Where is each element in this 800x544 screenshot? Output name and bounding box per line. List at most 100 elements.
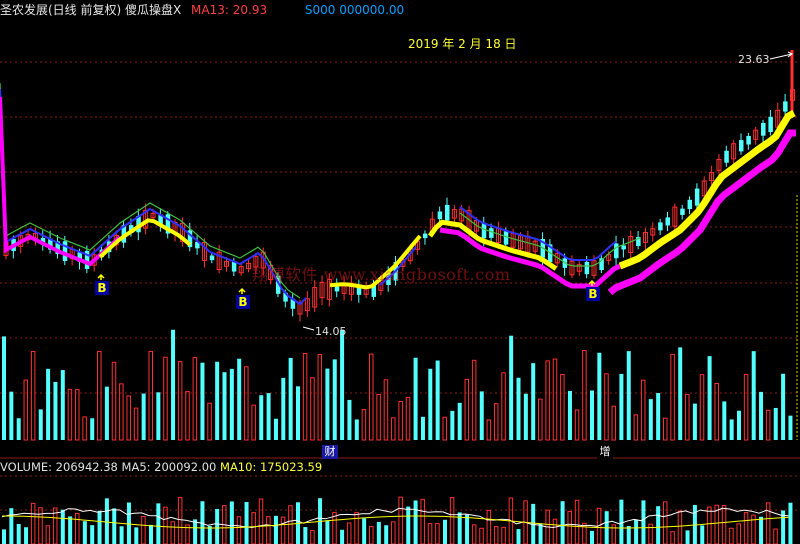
volume-bar	[633, 414, 639, 441]
volume-bar	[310, 377, 315, 441]
volume-bar-lower	[634, 519, 639, 544]
volume-bar-lower	[38, 507, 43, 544]
volume-bar-lower	[170, 521, 176, 544]
volume-bar	[420, 416, 425, 440]
volume-bar-lower	[24, 527, 29, 544]
volume-bar	[391, 417, 396, 441]
volume-bar	[266, 393, 271, 440]
volume-bar-lower	[177, 497, 183, 544]
high-arrow	[769, 51, 793, 60]
volume-bar	[611, 405, 617, 441]
volume-bar	[2, 336, 6, 440]
volume-bar	[493, 403, 499, 441]
volume-bar-lower	[310, 530, 315, 544]
volume-bar-lower	[82, 521, 87, 544]
candle-body	[724, 150, 729, 163]
volume-bar-lower	[90, 525, 95, 544]
volume-bar	[479, 391, 484, 440]
volume-bar	[442, 416, 447, 441]
volume-bar	[692, 403, 697, 440]
candle-body	[746, 135, 751, 145]
volume-bar	[663, 417, 668, 441]
volume-bar	[501, 372, 506, 441]
volume-bar	[765, 409, 771, 441]
volume-bar-lower	[427, 523, 433, 544]
volume-bar	[670, 353, 675, 441]
volume-bar-lower	[288, 505, 293, 544]
volume-bar-lower	[193, 519, 198, 544]
candle-body	[62, 241, 68, 262]
volume-bar	[148, 350, 153, 441]
buy-arrow	[238, 287, 246, 294]
volume-bar	[296, 386, 300, 440]
volume-bar-lower	[266, 516, 271, 544]
volume-bar-lower	[479, 527, 484, 544]
volume-bar-lower	[398, 496, 403, 544]
volume-bar	[781, 373, 786, 440]
volume-bar	[177, 361, 183, 441]
volume-bar	[229, 368, 234, 440]
volume-bar	[273, 418, 278, 440]
volume-bar-lower	[391, 521, 396, 544]
volume-bar	[619, 373, 624, 440]
volume-bar	[361, 409, 367, 441]
volume-bar	[75, 389, 80, 441]
volume-bar-lower	[273, 515, 278, 544]
volume-bar-lower	[244, 502, 249, 544]
volume-bar	[759, 391, 764, 440]
volume-bar	[383, 379, 389, 441]
volume-bar	[369, 353, 374, 441]
volume-bar	[707, 356, 712, 440]
candle-body	[231, 261, 237, 272]
candle-body	[694, 188, 700, 206]
volume-bar	[82, 416, 87, 441]
volume-bar-lower	[560, 501, 565, 544]
volume-bar-lower	[280, 516, 286, 544]
volume-bar	[67, 388, 73, 441]
volume-bar-lower	[119, 526, 124, 544]
volume-bar	[60, 370, 65, 440]
volume-bar	[126, 395, 131, 441]
volume-bar-lower	[30, 502, 36, 544]
volume-value: VOLUME: 206942.38	[0, 460, 118, 474]
volume-bar	[192, 357, 198, 441]
volume-bar-lower	[736, 523, 741, 544]
event-tag-finance[interactable]: 财	[322, 445, 338, 459]
volume-bar-lower	[9, 508, 14, 544]
buy-signal-marker[interactable]: B	[95, 281, 109, 295]
volume-bar	[340, 330, 345, 440]
volume-bar-lower	[149, 524, 153, 544]
volume-bar-lower	[435, 523, 440, 544]
volume-bar-lower	[743, 512, 749, 544]
volume-bar	[788, 415, 793, 440]
event-tag-increase[interactable]: 增	[597, 445, 613, 459]
buy-signal-marker[interactable]: B	[586, 287, 600, 301]
volume-bar-lower	[486, 509, 492, 544]
volume-bar	[104, 386, 109, 440]
buy-signal-marker[interactable]: B	[236, 295, 250, 309]
ma-line-yellow	[618, 109, 796, 270]
candle-body	[768, 116, 773, 133]
volume-bar-lower	[384, 525, 389, 544]
volume-bar	[471, 359, 477, 441]
volume-bar-lower	[700, 525, 705, 544]
volume-bar	[251, 404, 256, 441]
volume-bar	[737, 410, 741, 440]
volume-bar	[237, 358, 242, 440]
volume-bar-lower	[493, 526, 499, 544]
volume-bar-lower	[303, 527, 308, 544]
candle-body	[783, 101, 788, 112]
high-price-label: 23.63	[738, 53, 770, 66]
volume-bar-lower	[574, 499, 580, 544]
volume-bar	[259, 395, 264, 440]
volume-ma10: MA10: 175023.59	[220, 460, 323, 474]
volume-bar	[699, 374, 705, 441]
volume-bar-lower	[215, 508, 220, 544]
volume-bar-lower	[765, 502, 771, 544]
volume-bar	[30, 350, 36, 441]
volume-bar-lower	[60, 509, 65, 544]
volume-bar	[38, 409, 43, 440]
volume-bar	[347, 399, 352, 440]
volume-bar-lower	[567, 510, 572, 544]
volume-bar	[597, 352, 602, 440]
